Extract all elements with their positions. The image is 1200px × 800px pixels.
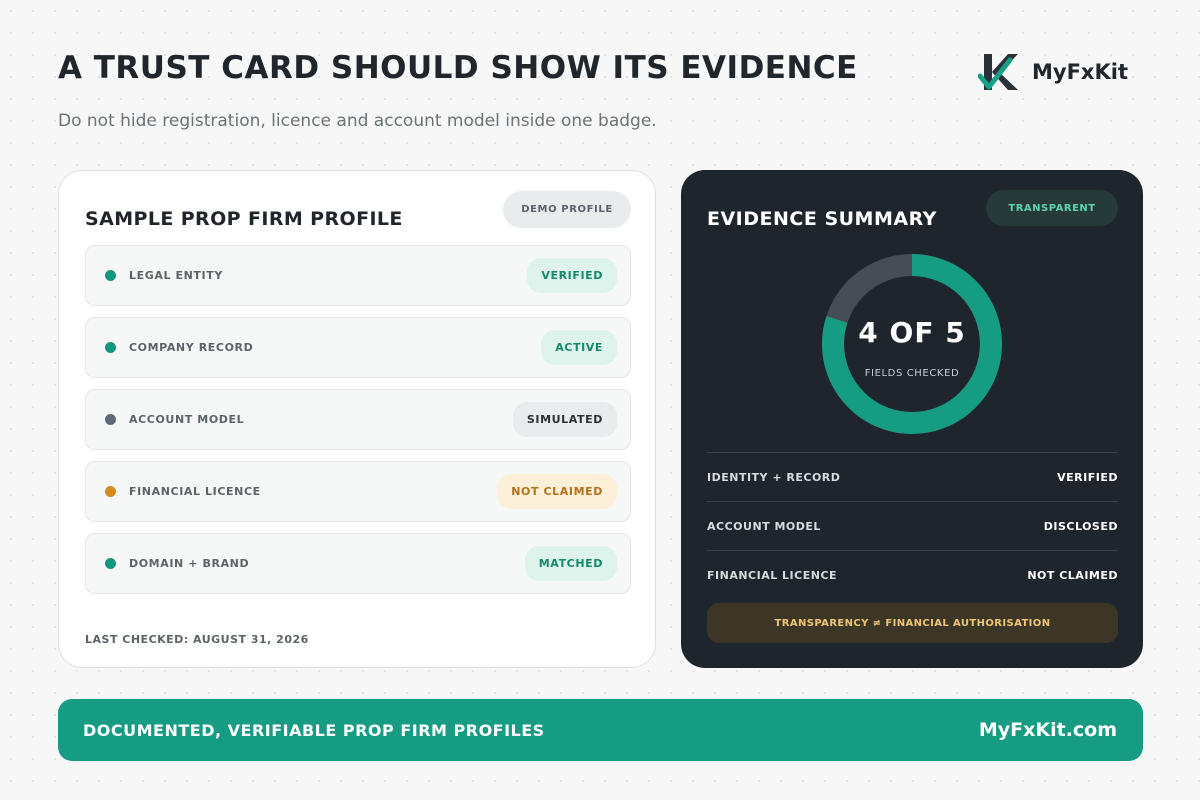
footer-site-link[interactable]: MyFxKit.com (979, 719, 1117, 741)
transparent-badge: TRANSPARENT (986, 190, 1118, 226)
status-dot (105, 342, 116, 353)
brand-name: MyFxKit (1032, 60, 1128, 84)
status-badge: MATCHED (524, 546, 617, 581)
summary-row-label: FINANCIAL LICENCE (707, 568, 838, 582)
status-badge: SIMULATED (512, 402, 617, 437)
evidence-summary-card: EVIDENCE SUMMARY TRANSPARENT 4 OF 5 FIEL… (681, 170, 1143, 668)
profile-row-label: ACCOUNT MODEL (129, 413, 245, 426)
profile-title: SAMPLE PROP FIRM PROFILE (85, 208, 403, 230)
summary-row-value: NOT CLAIMED (1027, 568, 1118, 582)
summary-rows: IDENTITY + RECORD VERIFIED ACCOUNT MODEL DI… (707, 452, 1118, 599)
profile-row: DOMAIN + BRAND MATCHED (85, 533, 631, 594)
profile-row-label: FINANCIAL LICENCE (129, 485, 261, 498)
footer-banner: DOCUMENTED, VERIFIABLE PROP FIRM PROFILE… (58, 699, 1143, 761)
status-dot (105, 414, 116, 425)
footer-tagline: DOCUMENTED, VERIFIABLE PROP FIRM PROFILE… (83, 720, 545, 740)
status-dot (105, 270, 116, 281)
summary-row-value: VERIFIED (1057, 470, 1118, 484)
profile-row-label: DOMAIN + BRAND (129, 557, 250, 570)
page-title: A TRUST CARD SHOULD SHOW ITS EVIDENCE (58, 50, 858, 86)
status-badge: VERIFIED (527, 258, 617, 293)
profile-row: COMPANY RECORD ACTIVE (85, 317, 631, 378)
status-dot (105, 486, 116, 497)
summary-row: IDENTITY + RECORD VERIFIED (707, 452, 1118, 501)
summary-row: ACCOUNT MODEL DISCLOSED (707, 501, 1118, 550)
profile-row: LEGAL ENTITY VERIFIED (85, 245, 631, 306)
status-dot (105, 558, 116, 569)
status-badge: ACTIVE (541, 330, 617, 365)
demo-profile-badge: DEMO PROFILE (503, 191, 631, 228)
profile-rows: LEGAL ENTITY VERIFIED COMPANY RECORD ACTIVE… (85, 245, 631, 605)
status-badge: NOT CLAIMED (497, 474, 617, 509)
profile-row-label: LEGAL ENTITY (129, 269, 223, 282)
brand-logo[interactable]: MyFxKit (978, 52, 1128, 92)
summary-row: FINANCIAL LICENCE NOT CLAIMED (707, 550, 1118, 599)
last-checked: LAST CHECKED: AUGUST 31, 2026 (85, 633, 309, 646)
profile-row: ACCOUNT MODEL SIMULATED (85, 389, 631, 450)
summary-row-value: DISCLOSED (1043, 519, 1118, 533)
summary-title: EVIDENCE SUMMARY (707, 208, 937, 230)
page-subtitle: Do not hide registration, licence and ac… (58, 111, 657, 131)
profile-row-label: COMPANY RECORD (129, 341, 254, 354)
summary-row-label: ACCOUNT MODEL (707, 519, 821, 533)
profile-card: SAMPLE PROP FIRM PROFILE DEMO PROFILE LE… (58, 170, 656, 668)
fields-checked-caption: FIELDS CHECKED (864, 368, 960, 379)
profile-row: FINANCIAL LICENCE NOT CLAIMED (85, 461, 631, 522)
k-checkmark-logo-icon (978, 54, 1018, 90)
summary-row-label: IDENTITY + RECORD (707, 470, 841, 484)
fields-checked-count: 4 OF 5 (858, 316, 966, 349)
authorisation-warning: TRANSPARENCY ≠ FINANCIAL AUTHORISATION (707, 603, 1118, 643)
